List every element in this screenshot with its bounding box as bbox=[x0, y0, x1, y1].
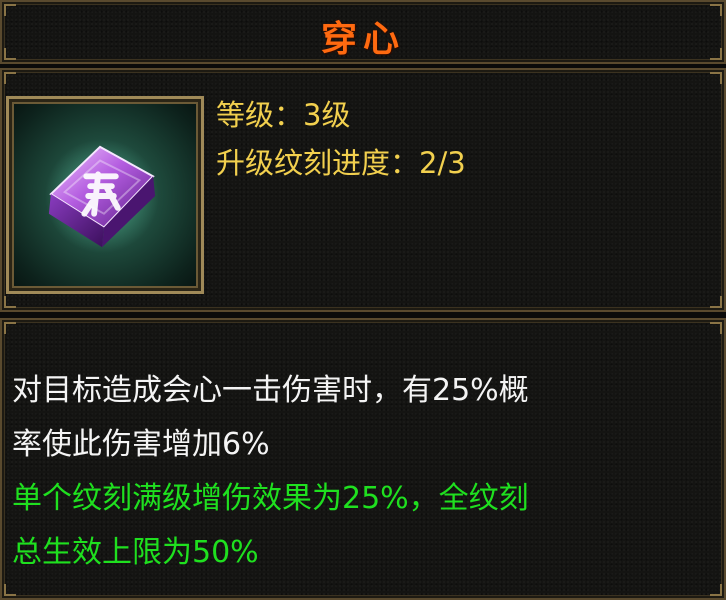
description-text: 对目标造成会心一击伤害时，有25%概 率使此伤害增加6% 单个纹刻满级增伤效果为… bbox=[12, 364, 712, 580]
frame-corner bbox=[4, 296, 16, 308]
frame-corner bbox=[4, 322, 16, 334]
title-bar: 穿心 bbox=[0, 0, 726, 64]
upgrade-progress-label: 升级纹刻进度：2/3 bbox=[216, 146, 466, 180]
frame-corner bbox=[4, 72, 16, 84]
frame-corner bbox=[710, 584, 722, 596]
cap-text-line: 单个纹刻满级增伤效果为25%，全纹刻 bbox=[12, 481, 529, 516]
frame-corner bbox=[710, 72, 722, 84]
effect-text-line: 对目标造成会心一击伤害时，有25%概 bbox=[12, 373, 529, 408]
level-label: 等级：3级 bbox=[216, 98, 351, 132]
purple-rune-gem-icon bbox=[43, 137, 161, 255]
item-icon-slot[interactable] bbox=[6, 96, 204, 294]
description-panel: 对目标造成会心一击伤害时，有25%概 率使此伤害增加6% 单个纹刻满级增伤效果为… bbox=[0, 318, 726, 600]
frame-corner bbox=[710, 322, 722, 334]
info-panel: 等级：3级 升级纹刻进度：2/3 bbox=[0, 68, 726, 312]
frame-corner bbox=[4, 584, 16, 596]
cap-text-line: 总生效上限为50% bbox=[12, 535, 259, 570]
effect-text-line: 率使此伤害增加6% bbox=[12, 427, 270, 462]
frame-corner bbox=[710, 296, 722, 308]
item-title: 穿心 bbox=[320, 19, 405, 60]
